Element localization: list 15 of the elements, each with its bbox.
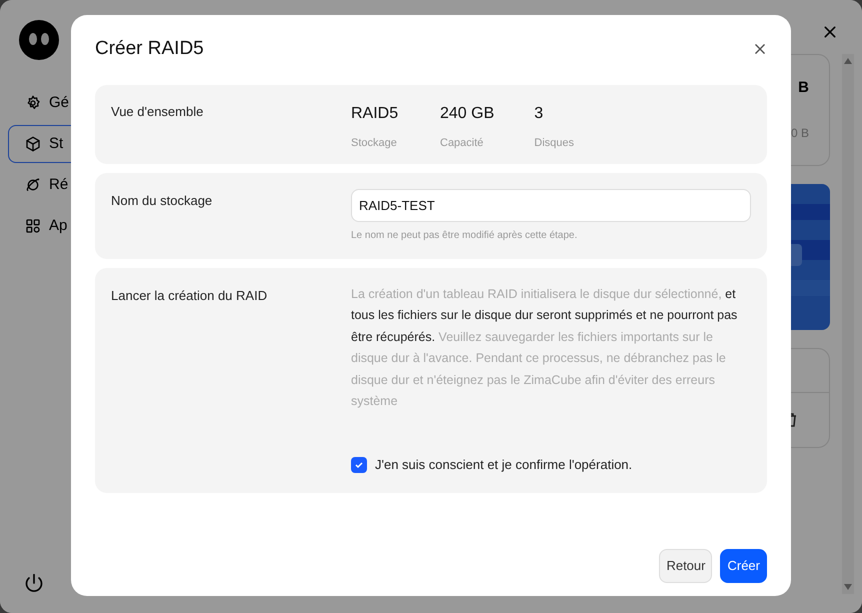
summary-value: B	[798, 78, 809, 98]
section-label: Lancer la création du RAID	[111, 286, 268, 304]
stat-value: 3	[534, 104, 544, 124]
field-hint: Le nom ne peut pas être modifié après cette étape.	[351, 228, 578, 242]
section-label: Vue d'ensemble	[111, 102, 204, 120]
stat-caption: Stockage	[351, 136, 398, 150]
stat-value: RAID5	[351, 104, 400, 124]
dialog-title: Créer RAID5	[95, 37, 204, 61]
confirm-label: J'en suis conscient et je confirme l'opération.	[375, 456, 632, 474]
stat-value: 240 GB	[440, 104, 494, 124]
stat-caption: Capacité	[440, 136, 484, 150]
section-label: Nom du stockage	[111, 192, 214, 210]
stat-caption: Disques	[534, 136, 576, 150]
warning-text: La création d'un tableau RAID initialisera le disque dur sélectionné, et tous les fichiers sur le disque dur seront supprimés et ne pourront pas être récupérés. Veuillez sauvegarder les fichiers importants sur le disque dur à l'avance. Pendant ce processus, ne débranchez pas le disque dur et n'éteignez pas le ZimaCube afin d'éviter des erreurs système	[351, 286, 738, 410]
summary-sub-value: 0 B	[790, 124, 809, 142]
